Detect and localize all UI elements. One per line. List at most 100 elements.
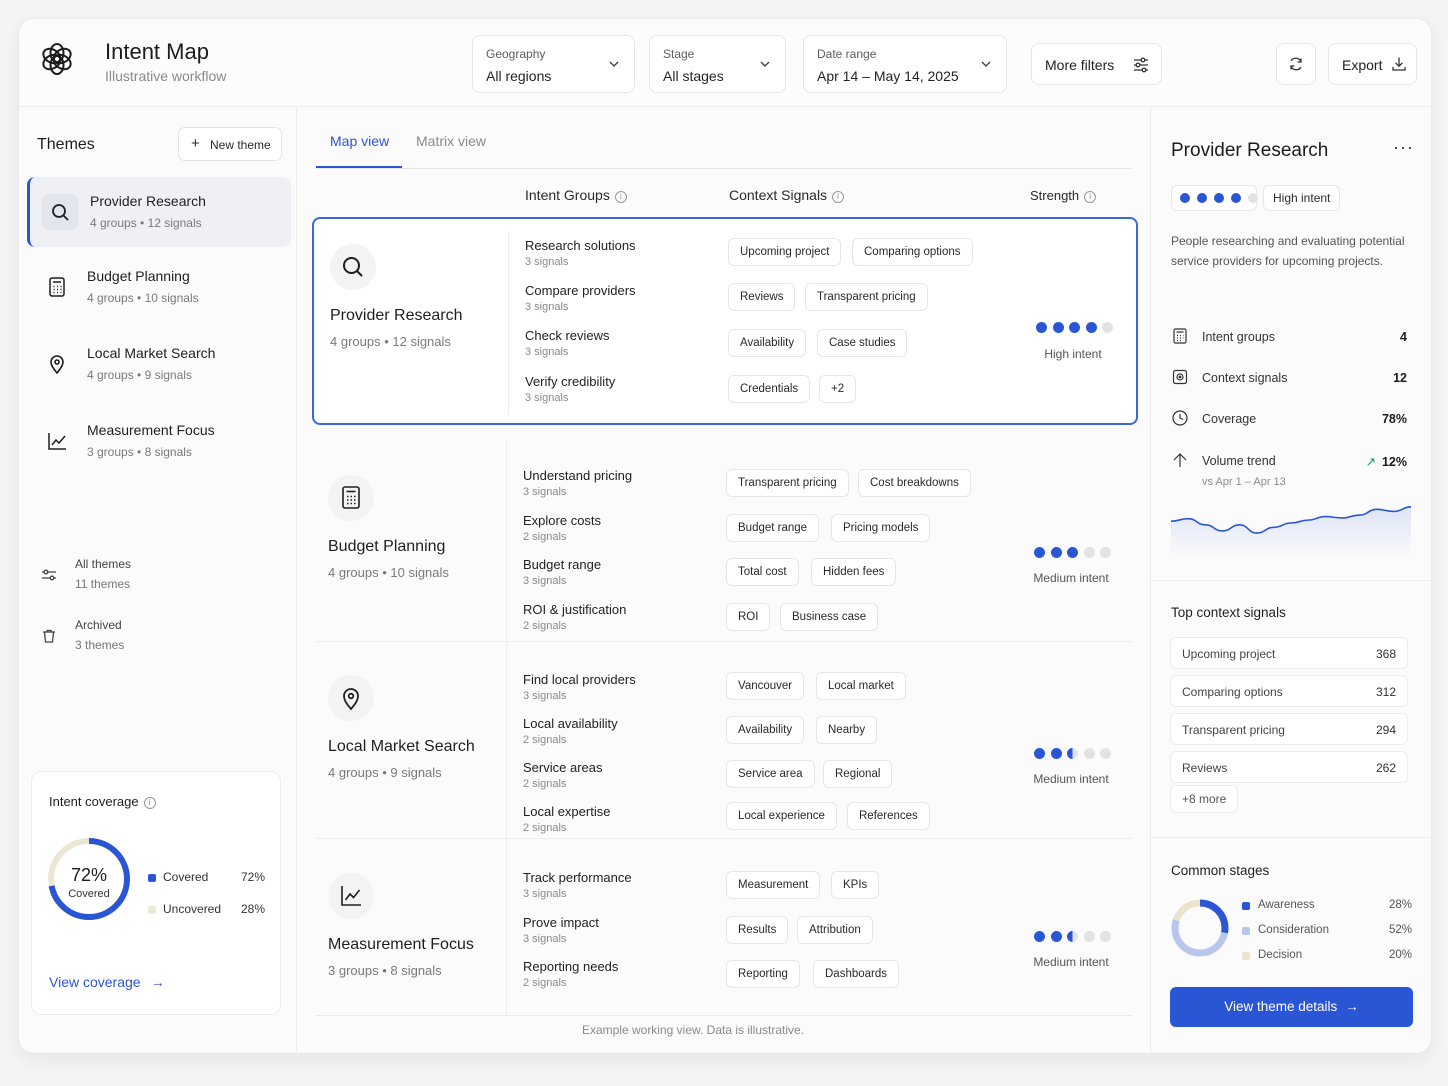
app-title: Intent Map bbox=[105, 39, 209, 64]
signal-chip[interactable]: Transparent pricing bbox=[726, 469, 849, 497]
theme-meta: 3 groups • 8 signals bbox=[328, 963, 442, 978]
location-pin-icon bbox=[328, 675, 374, 721]
signal-chip[interactable]: Total cost bbox=[726, 558, 799, 586]
signal-chip[interactable]: Availability bbox=[726, 716, 805, 744]
strength-dot bbox=[1100, 748, 1111, 759]
more-signals-button[interactable]: +8 more bbox=[1170, 785, 1239, 813]
theme-row-provider-research[interactable]: Provider Research 4 groups • 12 signals … bbox=[312, 217, 1138, 425]
refresh-button[interactable] bbox=[1276, 43, 1316, 85]
signal-chip[interactable]: Hidden fees bbox=[811, 558, 897, 586]
theme-item-provider-research[interactable]: Provider Research 4 groups • 12 signals bbox=[27, 177, 291, 247]
stat-volume-trend: Volume trend ↗ 12% bbox=[1171, 451, 1407, 473]
intent-group: Compare providers 3 signals bbox=[525, 283, 636, 313]
strength-dot bbox=[1083, 748, 1095, 759]
intent-group: Track performance 3 signals bbox=[523, 870, 632, 900]
signal-chip[interactable]: Pricing models bbox=[831, 514, 931, 542]
signal-chip[interactable]: Local experience bbox=[726, 802, 837, 830]
signal-chip[interactable]: Vancouver bbox=[726, 672, 805, 700]
archived-link[interactable]: Archived 3 themes bbox=[37, 614, 277, 662]
top-signal-row[interactable]: Comparing options 312 bbox=[1170, 675, 1408, 707]
strength-dot bbox=[1067, 748, 1078, 759]
signal-chip[interactable]: Reviews bbox=[728, 283, 796, 311]
strength-dot bbox=[1083, 931, 1095, 942]
tab-matrix-view[interactable]: Matrix view bbox=[416, 133, 486, 149]
theme-item-local-market-search[interactable]: Local Market Search 4 groups • 9 signals bbox=[27, 329, 291, 399]
filter-label: Date range bbox=[817, 47, 877, 61]
intent-group: Local expertise 2 signals bbox=[523, 804, 611, 834]
theme-name: Local Market Search bbox=[87, 345, 216, 361]
volume-sparkline bbox=[1171, 506, 1411, 559]
signal-chip[interactable]: Budget range bbox=[726, 514, 820, 542]
signal-chip[interactable]: Availability bbox=[728, 329, 807, 357]
themes-sidebar: Themes + New theme Provider Research 4 g… bbox=[19, 107, 297, 1053]
more-signals-chip[interactable]: +2 bbox=[819, 375, 857, 403]
legend-swatch bbox=[148, 906, 156, 914]
signal-chip[interactable]: References bbox=[847, 802, 930, 830]
more-filters-label: More filters bbox=[1045, 57, 1115, 73]
top-signal-row[interactable]: Upcoming project 368 bbox=[1170, 637, 1408, 669]
tab-map-view[interactable]: Map view bbox=[330, 133, 389, 149]
link-sub: 11 themes bbox=[75, 577, 131, 591]
signal-chip[interactable]: Business case bbox=[780, 603, 879, 631]
intent-group: Reporting needs 2 signals bbox=[523, 959, 619, 989]
date-range-filter[interactable]: Date range Apr 14 – May 14, 2025 bbox=[803, 35, 1007, 93]
signal-chip[interactable]: Reporting bbox=[726, 960, 800, 988]
chart-line-icon bbox=[39, 423, 75, 459]
footer-note: Example working view. Data is illustrati… bbox=[581, 1023, 805, 1037]
new-theme-button[interactable]: + New theme bbox=[178, 127, 282, 161]
signal-chip[interactable]: Measurement bbox=[726, 871, 821, 899]
signal-chip[interactable]: ROI bbox=[726, 603, 771, 631]
intent-group: Find local providers 3 signals bbox=[523, 672, 636, 702]
strength-dots bbox=[1171, 185, 1258, 211]
view-coverage-link[interactable]: View coverage → bbox=[49, 974, 165, 990]
strength-dot bbox=[1036, 322, 1047, 333]
chevron-down-icon bbox=[609, 61, 619, 67]
theme-row-local-market-search[interactable]: Local Market Search 4 groups • 9 signals… bbox=[312, 642, 1138, 838]
top-signal-row[interactable]: Transparent pricing 294 bbox=[1170, 713, 1408, 745]
signal-chip[interactable]: Local market bbox=[816, 672, 906, 700]
arrow-right-icon: → bbox=[150, 974, 165, 990]
theme-row-measurement-focus[interactable]: Measurement Focus 3 groups • 8 signals T… bbox=[312, 839, 1138, 1015]
intent-group: Budget range 3 signals bbox=[523, 557, 602, 587]
signal-chip[interactable]: Service area bbox=[726, 760, 815, 788]
theme-meta: 4 groups • 12 signals bbox=[90, 216, 202, 230]
theme-row-budget-planning[interactable]: Budget Planning 4 groups • 10 signals Un… bbox=[312, 441, 1138, 641]
filter-label: Geography bbox=[486, 47, 546, 61]
signal-chip[interactable]: Nearby bbox=[816, 716, 878, 744]
export-button[interactable]: Export bbox=[1328, 43, 1417, 85]
signal-chip[interactable]: Comparing options bbox=[852, 238, 973, 266]
signal-chip[interactable]: KPIs bbox=[831, 871, 880, 899]
signal-chip[interactable]: Attribution bbox=[797, 916, 873, 944]
strength-dot bbox=[1100, 547, 1111, 558]
info-icon: i bbox=[143, 797, 156, 809]
app-logo-icon bbox=[42, 43, 72, 75]
all-themes-link[interactable]: All themes 11 themes bbox=[37, 553, 277, 601]
more-options-icon[interactable]: ··· bbox=[1393, 137, 1414, 158]
strength-dot bbox=[1067, 931, 1078, 942]
calculator-icon bbox=[1173, 328, 1187, 344]
signal-chip[interactable]: Upcoming project bbox=[728, 238, 842, 266]
strength-dot bbox=[1083, 547, 1095, 558]
signal-chip[interactable]: Dashboards bbox=[813, 960, 900, 988]
view-theme-details-button[interactable]: View theme details → bbox=[1170, 987, 1413, 1027]
signal-chip[interactable]: Results bbox=[726, 916, 789, 944]
intent-group: Research solutions 3 signals bbox=[525, 238, 636, 268]
signal-chip[interactable]: Case studies bbox=[817, 329, 908, 357]
signal-chip[interactable]: Regional bbox=[823, 760, 893, 788]
calculator-icon bbox=[328, 475, 374, 521]
signal-chip[interactable]: Cost breakdowns bbox=[858, 469, 971, 497]
stage-filter[interactable]: Stage All stages bbox=[649, 35, 786, 93]
coverage-value: 72% bbox=[70, 865, 108, 885]
theme-name: Budget Planning bbox=[87, 268, 190, 284]
theme-item-budget-planning[interactable]: Budget Planning 4 groups • 10 signals bbox=[27, 252, 291, 322]
theme-item-measurement-focus[interactable]: Measurement Focus 3 groups • 8 signals bbox=[27, 406, 291, 476]
new-theme-label: New theme bbox=[210, 138, 271, 152]
geography-filter[interactable]: Geography All regions bbox=[472, 35, 635, 93]
top-signal-row[interactable]: Reviews 262 bbox=[1170, 751, 1408, 783]
strength-dot bbox=[1248, 193, 1258, 203]
signal-chip[interactable]: Credentials bbox=[728, 375, 811, 403]
strength-dot bbox=[1069, 322, 1080, 333]
intent-label: Medium intent bbox=[1033, 772, 1109, 786]
signal-chip[interactable]: Transparent pricing bbox=[805, 283, 928, 311]
more-filters-button[interactable]: More filters bbox=[1031, 43, 1162, 85]
